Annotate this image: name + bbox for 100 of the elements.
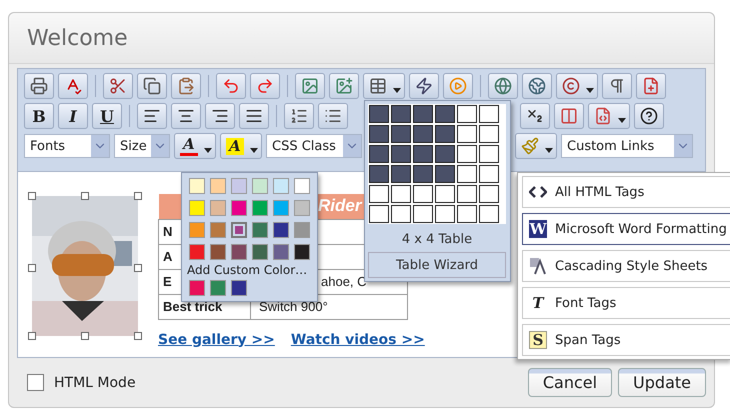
color-swatch[interactable] xyxy=(231,280,247,296)
underline-button[interactable]: U xyxy=(92,103,122,129)
grid-cell[interactable] xyxy=(457,185,477,203)
grid-cell[interactable] xyxy=(479,145,499,163)
grid-cell[interactable] xyxy=(479,165,499,183)
grid-cell[interactable] xyxy=(457,125,477,143)
resize-handle[interactable] xyxy=(81,332,89,340)
color-swatch[interactable] xyxy=(189,280,205,296)
color-swatch[interactable] xyxy=(231,222,247,238)
subscript-button[interactable] xyxy=(520,103,550,129)
grid-cell[interactable] xyxy=(369,165,389,183)
grid-cell[interactable] xyxy=(391,125,411,143)
grid-cell[interactable] xyxy=(369,125,389,143)
menu-item[interactable]: W Microsoft Word Formatting xyxy=(522,213,730,245)
link[interactable]: Watch videos >> xyxy=(290,332,425,348)
globe-button[interactable] xyxy=(488,73,518,99)
bold-button[interactable]: B xyxy=(24,103,54,129)
color-swatch[interactable] xyxy=(273,244,289,260)
globe-button[interactable] xyxy=(522,73,552,99)
color-swatch[interactable] xyxy=(189,244,205,260)
insert-page-button[interactable] xyxy=(636,73,666,99)
align-right-button[interactable] xyxy=(205,103,235,129)
frame-button[interactable] xyxy=(554,103,584,129)
grid-cell[interactable] xyxy=(413,145,433,163)
color-swatch[interactable] xyxy=(252,200,268,216)
table-button[interactable] xyxy=(363,73,405,99)
flash-button[interactable] xyxy=(409,73,439,99)
color-swatch[interactable] xyxy=(252,244,268,260)
grid-cell[interactable] xyxy=(457,205,477,223)
resize-handle[interactable] xyxy=(28,332,36,340)
grid-cell[interactable] xyxy=(479,125,499,143)
cancel-button[interactable]: Cancel xyxy=(528,368,612,397)
menu-item[interactable]: S Span Tags xyxy=(522,324,730,356)
color-swatch[interactable] xyxy=(252,178,268,194)
grid-cell[interactable] xyxy=(391,105,411,123)
help-button[interactable] xyxy=(634,103,664,129)
grid-cell[interactable] xyxy=(479,185,499,203)
copyright-button[interactable] xyxy=(556,73,598,99)
copy-button[interactable] xyxy=(137,73,167,99)
menu-item[interactable]: Cascading Style Sheets xyxy=(522,250,730,282)
paste-button[interactable] xyxy=(171,73,201,99)
image-map-button[interactable] xyxy=(329,73,359,99)
html-mode-checkbox[interactable]: HTML Mode xyxy=(27,374,136,391)
resize-handle[interactable] xyxy=(134,332,142,340)
code-button[interactable] xyxy=(588,103,630,129)
justify-button[interactable] xyxy=(239,103,269,129)
grid-cell[interactable] xyxy=(413,125,433,143)
color-swatch[interactable] xyxy=(231,200,247,216)
grid-cell[interactable] xyxy=(413,205,433,223)
grid-cell[interactable] xyxy=(435,185,455,203)
grid-cell[interactable] xyxy=(457,145,477,163)
grid-cell[interactable] xyxy=(391,145,411,163)
color-swatch[interactable] xyxy=(252,222,268,238)
color-swatch[interactable] xyxy=(189,222,205,238)
grid-cell[interactable] xyxy=(457,105,477,123)
grid-cell[interactable] xyxy=(391,185,411,203)
grid-cell[interactable] xyxy=(413,105,433,123)
color-swatch[interactable] xyxy=(294,244,310,260)
menu-item[interactable]: T Font Tags xyxy=(522,287,730,319)
grid-cell[interactable] xyxy=(435,125,455,143)
dropdown[interactable]: Size xyxy=(114,134,170,158)
color-swatch[interactable] xyxy=(294,178,310,194)
color-swatch[interactable] xyxy=(273,222,289,238)
resize-handle[interactable] xyxy=(28,192,36,200)
update-button[interactable]: Update xyxy=(618,368,706,397)
table-wizard-button[interactable]: Table Wizard xyxy=(368,252,506,278)
dropdown[interactable]: Fonts xyxy=(24,134,110,158)
grid-cell[interactable] xyxy=(369,105,389,123)
color-swatch[interactable] xyxy=(189,200,205,216)
color-swatch[interactable] xyxy=(210,200,226,216)
numbered-list-button[interactable] xyxy=(284,103,314,129)
align-center-button[interactable] xyxy=(171,103,201,129)
italic-button[interactable]: I xyxy=(58,103,88,129)
grid-cell[interactable] xyxy=(457,165,477,183)
color-swatch[interactable] xyxy=(210,280,226,296)
grid-cell[interactable] xyxy=(479,205,499,223)
cut-button[interactable] xyxy=(103,73,133,99)
color-swatch[interactable] xyxy=(210,222,226,238)
resize-handle[interactable] xyxy=(134,192,142,200)
color-swatch[interactable] xyxy=(210,178,226,194)
grid-cell[interactable] xyxy=(435,105,455,123)
grid-cell[interactable] xyxy=(369,205,389,223)
grid-cell[interactable] xyxy=(413,165,433,183)
align-left-button[interactable] xyxy=(137,103,167,129)
resize-handle[interactable] xyxy=(28,264,36,272)
color-swatch[interactable] xyxy=(210,244,226,260)
undo-button[interactable] xyxy=(216,73,246,99)
dropdown[interactable]: CSS Class xyxy=(266,134,362,158)
highlight-button[interactable]: A xyxy=(220,133,262,159)
grid-cell[interactable] xyxy=(479,105,499,123)
grid-cell[interactable] xyxy=(391,165,411,183)
bullet-list-button[interactable] xyxy=(318,103,348,129)
grid-cell[interactable] xyxy=(435,165,455,183)
color-swatch[interactable] xyxy=(189,178,205,194)
color-swatch[interactable] xyxy=(231,244,247,260)
color-swatch[interactable] xyxy=(273,178,289,194)
grid-cell[interactable] xyxy=(413,185,433,203)
grid-cell[interactable] xyxy=(435,145,455,163)
font-color-button[interactable]: A xyxy=(174,133,216,159)
resize-handle[interactable] xyxy=(134,264,142,272)
